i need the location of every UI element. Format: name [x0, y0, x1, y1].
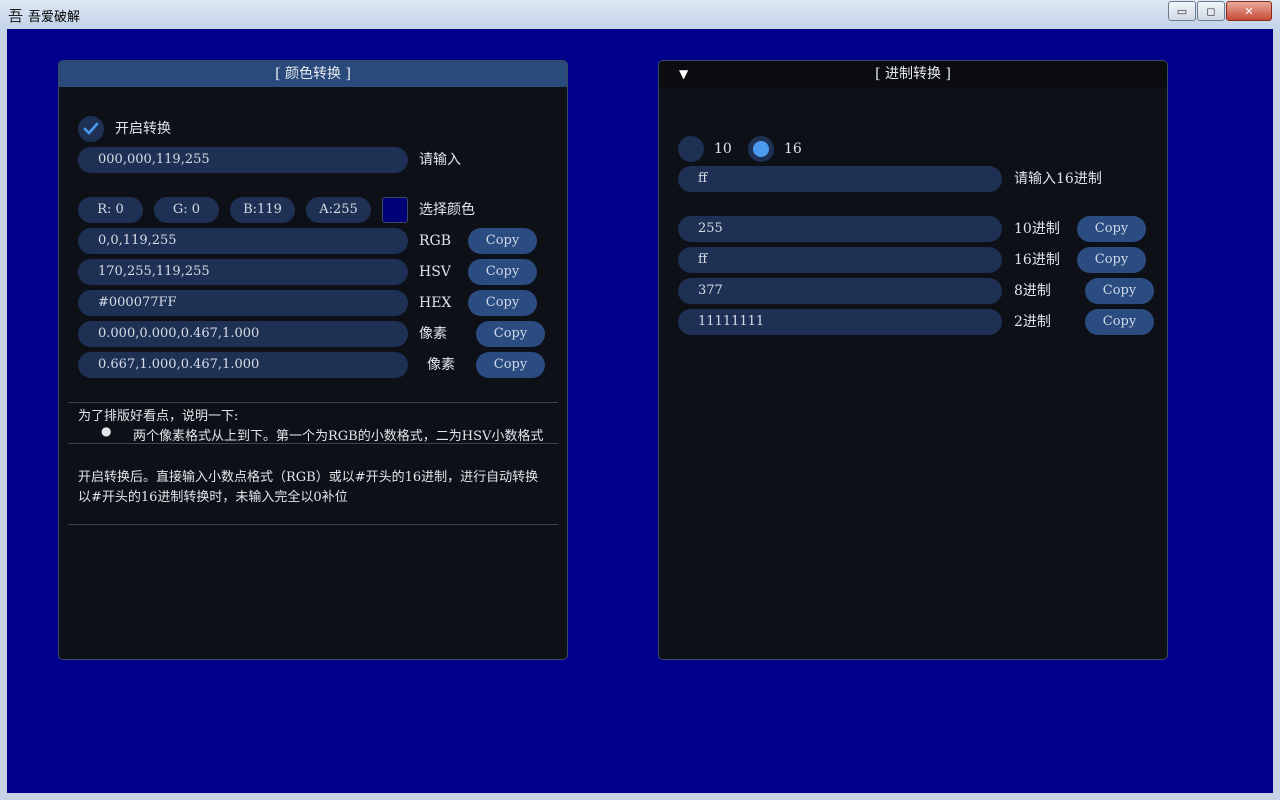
hsv-float-output[interactable]: 0.667,1.000,0.467,1.000 [78, 352, 408, 378]
hsv-output[interactable]: 170,255,119,255 [78, 259, 408, 285]
binary-label: 2进制 [1014, 314, 1051, 330]
channel-a[interactable]: A:255 [306, 197, 371, 223]
hex-base-output[interactable]: ff [678, 247, 1002, 273]
hex-output[interactable]: #000077FF [78, 290, 408, 316]
rgb-label: RGB [419, 233, 452, 249]
client-area: [ 颜色转换 ] 开启转换 000,000,119,255 请输入 R: 0 G… [7, 29, 1273, 793]
rgb-float-label: 像素 [419, 326, 447, 342]
color-panel-title: [ 颜色转换 ] [275, 66, 351, 82]
decimal-output[interactable]: 255 [678, 216, 1002, 242]
radio-hex-dot [753, 141, 769, 157]
copy-hsv-float-button[interactable]: Copy [476, 352, 545, 378]
copy-rgb-button[interactable]: Copy [468, 228, 537, 254]
hsv-float-label: 像素 [427, 357, 455, 373]
copy-rgb-float-button[interactable]: Copy [476, 321, 545, 347]
rgb-float-output[interactable]: 0.000,0.000,0.467,1.000 [78, 321, 408, 347]
separator [68, 524, 558, 525]
enable-convert-checkbox[interactable] [78, 116, 104, 142]
copy-hex-base-button[interactable]: Copy [1077, 247, 1146, 273]
decimal-label: 10进制 [1014, 221, 1060, 237]
collapse-arrow-icon[interactable]: ▼ [679, 61, 688, 87]
channel-g[interactable]: G: 0 [154, 197, 219, 223]
checkmark-icon [83, 122, 99, 135]
channel-b[interactable]: B:119 [230, 197, 295, 223]
rgb-output[interactable]: 0,0,119,255 [78, 228, 408, 254]
window-titlebar[interactable]: 吾 吾爱破解 ▭ ◻ ✕ [0, 0, 1280, 28]
octal-label: 8进制 [1014, 283, 1051, 299]
separator [68, 402, 558, 403]
window-controls: ▭ ◻ ✕ [1167, 1, 1272, 21]
note-bullet: 两个像素格式从上到下。第一个为RGB的小数格式，二为HSV小数格式 [133, 429, 544, 444]
pick-color-label: 选择颜色 [419, 202, 475, 218]
copy-decimal-button[interactable]: Copy [1077, 216, 1146, 242]
enable-convert-label: 开启转换 [115, 121, 171, 137]
copy-octal-button[interactable]: Copy [1085, 278, 1154, 304]
maximize-button[interactable]: ◻ [1197, 1, 1225, 21]
hsv-label: HSV [419, 264, 451, 280]
color-input-label: 请输入 [419, 152, 461, 168]
bullet-icon: ● [101, 424, 112, 438]
color-swatch[interactable] [382, 197, 408, 223]
close-button[interactable]: ✕ [1226, 1, 1272, 21]
note-line-2: 以#开头的16进制转换时，未输入完全以0补位 [78, 490, 348, 505]
base-input[interactable]: ff [678, 166, 1002, 192]
base-input-label: 请输入16进制 [1014, 171, 1102, 187]
copy-hex-button[interactable]: Copy [468, 290, 537, 316]
minimize-button[interactable]: ▭ [1168, 1, 1196, 21]
separator [68, 443, 558, 444]
color-input[interactable]: 000,000,119,255 [78, 147, 408, 173]
radio-hex-label: 16 [784, 141, 802, 157]
color-convert-panel: [ 颜色转换 ] 开启转换 000,000,119,255 请输入 R: 0 G… [58, 60, 568, 660]
base-panel-header[interactable]: ▼ [ 进制转换 ] [659, 61, 1167, 87]
base-convert-panel: ▼ [ 进制转换 ] 10 16 ff 请输入16进制 255 10进制 Cop… [658, 60, 1168, 660]
window-title: 吾爱破解 [28, 10, 81, 25]
radio-hex[interactable] [748, 136, 774, 162]
radio-decimal[interactable] [678, 136, 704, 162]
radio-decimal-label: 10 [714, 141, 732, 157]
radio-decimal-dot [683, 141, 699, 157]
app-icon: 吾 [8, 7, 24, 25]
octal-output[interactable]: 377 [678, 278, 1002, 304]
note-line-1: 开启转换后。直接输入小数点格式（RGB）或以#开头的16进制，进行自动转换 [78, 470, 539, 485]
note-heading: 为了排版好看点，说明一下: [78, 409, 239, 424]
base-panel-title: [ 进制转换 ] [875, 66, 951, 82]
binary-output[interactable]: 11111111 [678, 309, 1002, 335]
copy-hsv-button[interactable]: Copy [468, 259, 537, 285]
copy-binary-button[interactable]: Copy [1085, 309, 1154, 335]
color-panel-header[interactable]: [ 颜色转换 ] [59, 61, 567, 87]
channel-r[interactable]: R: 0 [78, 197, 143, 223]
hex-label: HEX [419, 295, 452, 311]
hex-base-label: 16进制 [1014, 252, 1060, 268]
